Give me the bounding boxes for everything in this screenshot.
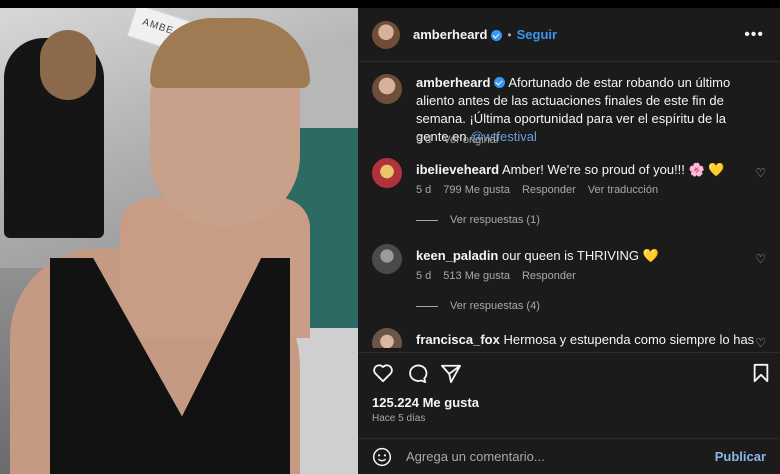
photo-background-hair	[40, 30, 96, 100]
post-header: amberheard • Seguir •••	[358, 8, 780, 62]
photo-mirror	[300, 48, 358, 138]
post-side-panel: amberheard • Seguir ••• amberheard Afort…	[358, 8, 780, 474]
comment-composer: Publicar	[358, 438, 780, 474]
author-avatar[interactable]	[372, 20, 400, 49]
share-send-icon[interactable]	[440, 363, 462, 383]
comment-meta: 5 d 513 Me gusta Responder	[416, 270, 576, 282]
follow-button[interactable]: Seguir	[517, 27, 557, 42]
comment-input[interactable]	[406, 449, 715, 464]
emoji-smiley-icon[interactable]	[372, 447, 392, 467]
comment-like-count[interactable]: 513 Me gusta	[443, 270, 510, 282]
comment-avatar[interactable]	[372, 244, 402, 274]
top-frame-bar	[0, 0, 780, 8]
caption-meta: 5 d Ver original	[416, 134, 498, 146]
caption-username[interactable]: amberheard	[416, 75, 490, 90]
caption-author-avatar[interactable]	[372, 74, 402, 104]
comment-reply-button[interactable]: Responder	[522, 270, 576, 282]
comment-bubble-icon[interactable]	[406, 363, 428, 383]
comment-like-heart-icon[interactable]: ♡	[755, 336, 766, 348]
action-bar	[358, 352, 780, 392]
publish-button[interactable]: Publicar	[715, 449, 766, 464]
separator-dot: •	[507, 27, 512, 42]
comment-reply-button[interactable]: Responder	[522, 184, 576, 196]
post-timestamp: Hace 5 días	[372, 413, 426, 424]
comment-text-block: francisca_fox Hermosa y estupenda como s…	[416, 331, 768, 348]
view-replies-button[interactable]: Ver respuestas (1)	[416, 214, 540, 226]
comment-avatar[interactable]	[372, 158, 402, 188]
see-original-link[interactable]: Ver original	[443, 134, 498, 146]
comment-meta: 5 d 799 Me gusta Responder Ver traducció…	[416, 184, 658, 196]
comment-age: 5 d	[416, 270, 432, 282]
view-replies-button[interactable]: Ver respuestas (4)	[416, 300, 540, 312]
more-options-icon[interactable]: •••	[744, 26, 764, 44]
view-replies-label: Ver respuestas (1)	[450, 214, 540, 226]
comment-username[interactable]: keen_paladin	[416, 248, 498, 263]
comment-translate-link[interactable]: Ver traducción	[588, 184, 658, 196]
comment-row: francisca_fox Hermosa y estupenda como s…	[372, 328, 768, 348]
comment-username[interactable]: francisca_fox	[416, 332, 500, 347]
comment-text: our queen is THRIVING 💛	[502, 248, 659, 263]
caption-age: 5 d	[416, 134, 432, 146]
view-replies-label: Ver respuestas (4)	[450, 300, 540, 312]
comment-avatar[interactable]	[372, 328, 402, 348]
replies-line	[416, 219, 438, 221]
caption-verified-icon	[494, 77, 506, 88]
comment-age: 5 d	[416, 184, 432, 196]
total-likes[interactable]: 125.224 Me gusta	[372, 395, 479, 410]
comment-like-heart-icon[interactable]: ♡	[755, 166, 766, 180]
post-photo[interactable]: AMBE	[0, 8, 358, 474]
comment-username[interactable]: ibelieveheard	[416, 162, 499, 177]
comment-text-block: ibelieveheard Amber! We're so proud of y…	[416, 161, 725, 179]
comment-like-heart-icon[interactable]: ♡	[755, 252, 766, 266]
author-username[interactable]: amberheard	[413, 27, 487, 42]
verified-badge-icon	[491, 30, 503, 41]
like-heart-icon[interactable]	[372, 363, 394, 383]
replies-line	[416, 305, 438, 307]
save-bookmark-icon[interactable]	[752, 363, 770, 383]
comment-text: Amber! We're so proud of you!!! 🌸 💛	[502, 162, 725, 177]
comment-like-count[interactable]: 799 Me gusta	[443, 184, 510, 196]
comment-text-block: keen_paladin our queen is THRIVING 💛	[416, 247, 659, 265]
